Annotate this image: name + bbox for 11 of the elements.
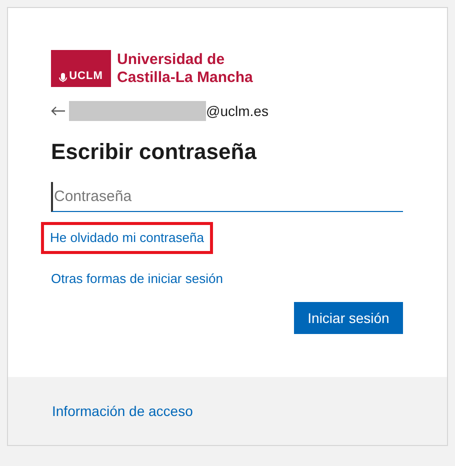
- email-domain: @uclm.es: [206, 102, 268, 120]
- help-link[interactable]: He olvidado mi contraseña: [44, 225, 210, 250]
- page-title: Escribir contraseña: [51, 138, 258, 166]
- back-arrow-icon[interactable]: [51, 106, 65, 116]
- access-info-link[interactable]: Información de acceso: [52, 400, 193, 422]
- password-field[interactable]: Contraseña: [51, 182, 403, 212]
- sign-in-button[interactable]: Iniciar sesión: [294, 302, 403, 334]
- logo-badge: UCLM: [51, 50, 111, 87]
- microphone-icon: [59, 73, 68, 82]
- university-name: Universidad de Castilla-La Mancha: [117, 50, 253, 86]
- help-link[interactable]: Otras formas de iniciar sesión: [51, 268, 223, 288]
